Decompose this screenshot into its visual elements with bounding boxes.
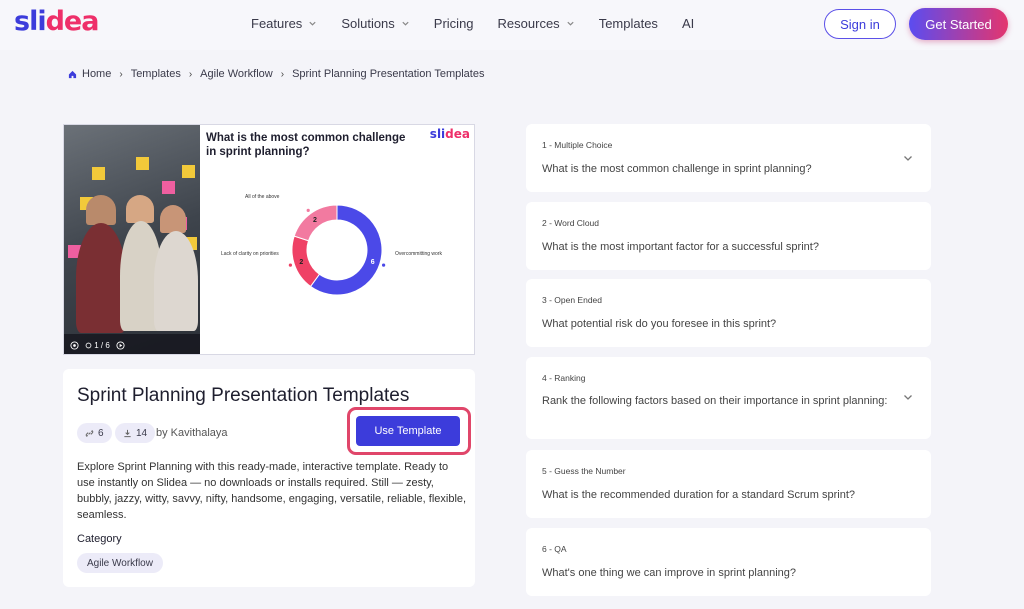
question-card[interactable]: 5 - Guess the Number What is the recomme… xyxy=(526,450,931,518)
category-label: Category xyxy=(77,533,122,545)
question-type: 4 - Ranking xyxy=(542,373,586,383)
uses-badge: 6 xyxy=(77,423,112,443)
top-header: slidea Features Solutions Pricing Resour… xyxy=(0,0,1024,50)
question-text: What is the most important factor for a … xyxy=(542,241,819,253)
chevron-down-icon[interactable] xyxy=(903,392,913,402)
breadcrumb-separator: › xyxy=(119,68,123,80)
donut-legend-label: Overcommitting work xyxy=(395,251,442,257)
donut-chart: 6 2 2 xyxy=(288,204,386,296)
chevron-down-icon[interactable] xyxy=(903,153,913,163)
breadcrumb-separator: › xyxy=(280,68,285,80)
question-card[interactable]: 2 - Word Cloud What is the most importan… xyxy=(526,202,931,270)
question-type: 5 - Guess the Number xyxy=(542,466,626,476)
nav-pricing[interactable]: Pricing xyxy=(434,16,474,31)
donut-value-label: 6 xyxy=(371,259,375,266)
question-text: Rank the following factors based on thei… xyxy=(542,395,888,407)
donut-segment xyxy=(291,235,321,288)
nav-solutions[interactable]: Solutions xyxy=(341,16,409,31)
nav-templates[interactable]: Templates xyxy=(599,16,658,31)
template-preview[interactable]: 1 / 6 What is the most common challenge … xyxy=(63,124,475,355)
question-text: What's one thing we can improve in sprin… xyxy=(542,567,797,579)
chevron-down-icon xyxy=(402,21,409,26)
breadcrumb-agile-workflow[interactable]: Agile Workflow xyxy=(200,68,273,80)
donut-legend-label: Lack of clarity on priorities xyxy=(221,251,279,257)
slidea-logo[interactable]: slidea xyxy=(14,6,99,37)
breadcrumb-separator: › xyxy=(188,68,193,80)
sign-in-button[interactable]: Sign in xyxy=(824,9,896,39)
get-started-button[interactable]: Get Started xyxy=(909,8,1008,40)
question-text: What is the recommended duration for a s… xyxy=(542,489,856,501)
breadcrumb: Home › Templates › Agile Workflow › Spri… xyxy=(68,68,484,80)
downloads-badge: 14 xyxy=(115,423,156,443)
breadcrumb-templates[interactable]: Templates xyxy=(131,68,181,80)
nav-ai[interactable]: AI xyxy=(682,16,694,31)
question-text: What potential risk do you foresee in th… xyxy=(542,318,777,330)
question-card[interactable]: 1 - Multiple Choice What is the most com… xyxy=(526,124,931,192)
question-type: 1 - Multiple Choice xyxy=(542,140,613,150)
category-tag[interactable]: Agile Workflow xyxy=(77,553,163,573)
question-text: What is the most common challenge in spr… xyxy=(542,163,812,175)
template-author: by Kavithalaya xyxy=(156,427,228,439)
question-card[interactable]: 4 - Ranking Rank the following factors b… xyxy=(526,357,931,439)
breadcrumb-home[interactable]: Home xyxy=(68,68,111,80)
question-type: 2 - Word Cloud xyxy=(542,218,600,228)
donut-legend-label: All of the above xyxy=(245,194,280,200)
nav-resources[interactable]: Resources xyxy=(498,16,575,31)
template-description: Explore Sprint Planning with this ready-… xyxy=(77,461,467,521)
donut-value-label: 2 xyxy=(299,259,303,266)
breadcrumb-current: Sprint Planning Presentation Templates xyxy=(292,68,485,80)
nav-features[interactable]: Features xyxy=(251,16,317,31)
main-nav: Features Solutions Pricing Resources Tem… xyxy=(251,16,718,31)
chevron-down-icon xyxy=(309,21,316,26)
question-type: 3 - Open Ended xyxy=(542,295,603,305)
question-card[interactable]: 3 - Open Ended What potential risk do yo… xyxy=(526,279,931,347)
use-template-button[interactable]: Use Template xyxy=(356,416,460,446)
template-info-card: Sprint Planning Presentation Templates 6… xyxy=(63,369,475,587)
donut-leader-dot xyxy=(288,263,292,267)
donut-leader-dot xyxy=(306,208,310,212)
donut-leader-dot xyxy=(382,263,386,267)
template-title: Sprint Planning Presentation Templates xyxy=(77,385,410,406)
download-icon xyxy=(124,429,131,437)
donut-value-label: 2 xyxy=(313,217,317,224)
question-card[interactable]: 6 - QA What's one thing we can improve i… xyxy=(526,528,931,596)
link-icon xyxy=(85,429,94,437)
home-icon xyxy=(68,70,77,78)
question-type: 6 - QA xyxy=(542,544,567,554)
chevron-down-icon xyxy=(567,21,574,26)
use-template-highlight: Use Template xyxy=(347,407,471,455)
